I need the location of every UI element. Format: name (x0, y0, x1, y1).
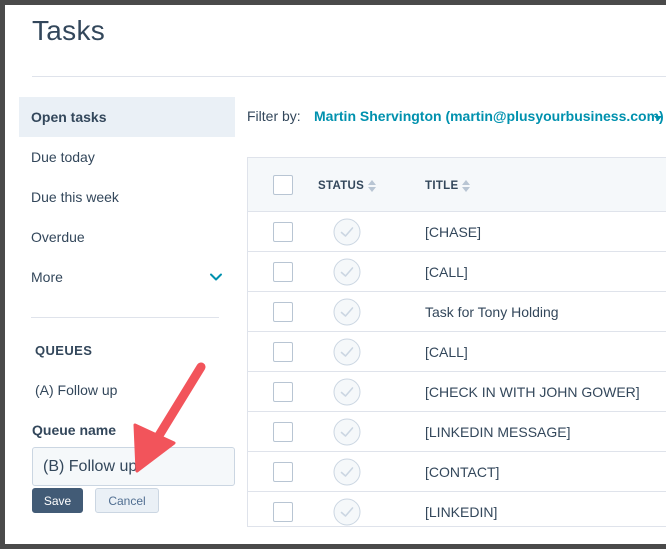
check-circle-icon[interactable] (333, 458, 361, 486)
task-title[interactable]: [CALL] (425, 344, 468, 360)
sort-icon (462, 180, 471, 192)
task-title[interactable]: [CHASE] (425, 224, 481, 240)
table-row[interactable]: [LINKEDIN MESSAGE] (248, 412, 666, 452)
column-header-title[interactable]: TITLE (425, 180, 471, 192)
row-checkbox[interactable] (273, 382, 293, 402)
row-checkbox[interactable] (273, 502, 293, 522)
row-checkbox[interactable] (273, 422, 293, 442)
table-row[interactable]: [CALL] (248, 332, 666, 372)
title-divider (32, 76, 666, 77)
filter-label: Filter by: (247, 108, 301, 124)
sidebar: Open tasks Due today Due this week Overd… (19, 97, 235, 297)
task-title[interactable]: Task for Tony Holding (425, 304, 559, 320)
page-title: Tasks (32, 15, 106, 46)
sidebar-item-label: Open tasks (31, 109, 107, 125)
queue-name-label: Queue name (32, 422, 117, 438)
table-row[interactable]: [CHECK IN WITH JOHN GOWER] (248, 372, 666, 412)
check-circle-icon[interactable] (333, 258, 361, 286)
cancel-button[interactable]: Cancel (95, 488, 159, 513)
sidebar-item-overdue[interactable]: Overdue (19, 217, 235, 257)
sidebar-divider (31, 317, 219, 318)
check-circle-icon[interactable] (333, 498, 361, 526)
table-row[interactable]: [CONTACT] (248, 452, 666, 492)
table-row[interactable]: Task for Tony Holding (248, 292, 666, 332)
check-circle-icon[interactable] (333, 378, 361, 406)
table-header: STATUS TITLE (248, 158, 666, 212)
task-title[interactable]: [LINKEDIN MESSAGE] (425, 424, 570, 440)
check-circle-icon[interactable] (333, 418, 361, 446)
column-header-status[interactable]: STATUS (318, 180, 377, 192)
sidebar-item-label: Due today (31, 149, 95, 165)
save-button[interactable]: Save (32, 488, 83, 513)
queue-item-a-follow-up[interactable]: (A) Follow up (35, 382, 117, 398)
sidebar-item-label: More (31, 269, 63, 285)
sidebar-item-due-this-week[interactable]: Due this week (19, 177, 235, 217)
tasks-table: STATUS TITLE [CHASE] [CALL] Task for Ton… (247, 157, 666, 527)
sidebar-item-due-today[interactable]: Due today (19, 137, 235, 177)
table-row[interactable]: [LINKEDIN] (248, 492, 666, 526)
sidebar-item-more[interactable]: More (19, 257, 235, 297)
table-row[interactable]: [CHASE] (248, 212, 666, 252)
select-all-checkbox[interactable] (273, 175, 293, 195)
row-checkbox[interactable] (273, 302, 293, 322)
task-title[interactable]: [LINKEDIN] (425, 504, 497, 520)
queue-name-input[interactable] (32, 447, 235, 486)
check-circle-icon[interactable] (333, 218, 361, 246)
table-row[interactable]: [CALL] (248, 252, 666, 292)
check-circle-icon[interactable] (333, 338, 361, 366)
task-title[interactable]: [CALL] (425, 264, 468, 280)
filter-owner-dropdown[interactable]: Martin Shervington (martin@plusyourbusin… (314, 108, 664, 124)
sidebar-item-open-tasks[interactable]: Open tasks (19, 97, 235, 137)
chevron-down-icon[interactable] (209, 270, 223, 284)
app-frame: Tasks Open tasks Due today Due this week… (0, 0, 666, 549)
sidebar-item-label: Due this week (31, 189, 119, 205)
check-circle-icon[interactable] (333, 298, 361, 326)
row-checkbox[interactable] (273, 222, 293, 242)
row-checkbox[interactable] (273, 462, 293, 482)
task-title[interactable]: [CHECK IN WITH JOHN GOWER] (425, 384, 640, 400)
row-checkbox[interactable] (273, 262, 293, 282)
task-title[interactable]: [CONTACT] (425, 464, 499, 480)
row-checkbox[interactable] (273, 342, 293, 362)
queues-heading: QUEUES (35, 343, 93, 358)
sidebar-item-label: Overdue (31, 229, 85, 245)
sort-icon (368, 180, 377, 192)
caret-down-icon[interactable] (653, 113, 663, 123)
